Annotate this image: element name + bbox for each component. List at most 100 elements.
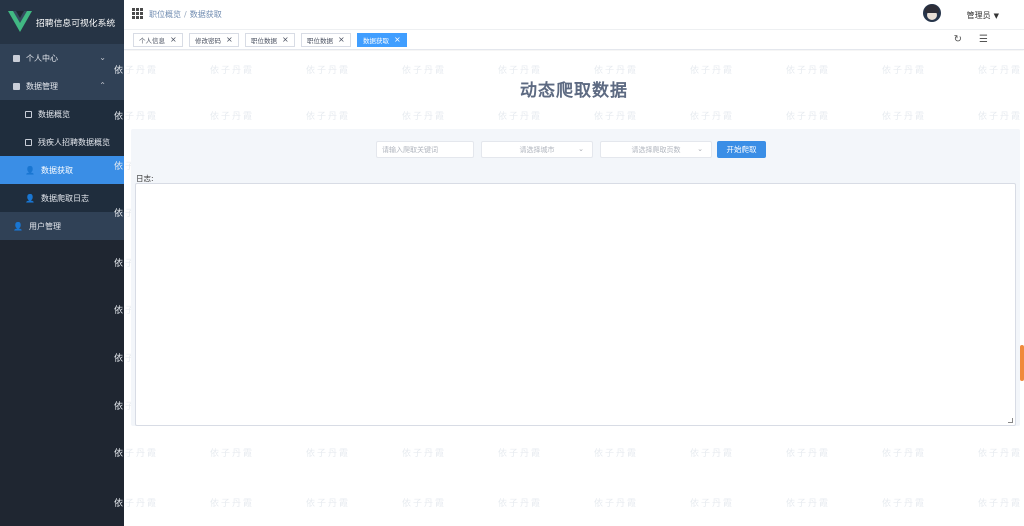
watermark-text: 依子丹霞 (690, 112, 735, 122)
crawl-panel: 请输入爬取关键词 请选择城市 ⌄ 请选择爬取页数 ⌄ 开始爬取 日志: (131, 129, 1020, 426)
watermark-text: 依子丹霞 (882, 112, 927, 122)
watermark-text: 依子丹霞 (402, 112, 447, 122)
breadcrumb: 职位概览 / 数据获取 (149, 9, 222, 20)
breadcrumb-item-data-acquisition: 数据获取 (189, 10, 222, 19)
menu-data-overview[interactable]: 数据概览 (0, 100, 124, 128)
close-icon[interactable]: × (394, 36, 401, 44)
tag-personal-info[interactable]: 个人信息 × (133, 33, 183, 47)
vue-logo-icon (8, 11, 32, 32)
menu-crawl-log[interactable]: 👤 数据爬取日志 (0, 184, 124, 212)
watermark-text: 依子丹霞 (690, 449, 735, 459)
watermark-text: 依子丹霞 (306, 449, 351, 459)
menu-label: 数据管理 (26, 81, 58, 91)
watermark-text: 依子丹霞 (306, 112, 351, 122)
menu-disabled-recruitment-overview[interactable]: 残疾人招聘数据概览 (0, 128, 124, 156)
watermark-text: 依子丹霞 (594, 449, 639, 459)
menu-label: 数据爬取日志 (40, 193, 89, 203)
main-content: 依子丹霞 依子丹霞 依子丹霞 依子丹霞 依子丹霞 依子丹霞 依子丹霞 依子丹霞 依子丹霞 依子丹霞… (114, 51, 1024, 526)
tag-label: 修改密码 (195, 37, 221, 45)
hamburger-grid-icon[interactable] (132, 8, 143, 19)
tag-job-data-1[interactable]: 职位数据 × (245, 33, 295, 47)
top-navbar: 职位概览 / 数据获取 管理员 ▼ (124, 0, 1024, 30)
close-icon[interactable]: × (282, 36, 289, 44)
app-title: 招聘信息可视化系统 (36, 18, 116, 29)
watermark-text: 依子丹霞 (978, 449, 1023, 459)
menu-data-management[interactable]: 数据管理 ⌃ (0, 72, 124, 100)
close-icon[interactable]: × (338, 36, 345, 44)
avatar[interactable] (923, 4, 941, 22)
caret-down-icon: ▼ (993, 12, 999, 20)
watermark-text: 依子丹霞 (690, 66, 735, 76)
menu-label: 个人中心 (26, 53, 58, 63)
tag-change-password[interactable]: 修改密码 × (189, 33, 239, 47)
watermark-text: 依子丹霞 (594, 112, 639, 122)
menu-label: 数据概览 (38, 109, 70, 119)
watermark-text: 依子丹霞 (498, 66, 543, 76)
watermark-text: 依子丹霞 (786, 66, 831, 76)
keyword-input[interactable]: 请输入爬取关键词 (376, 141, 474, 158)
doc-icon (25, 110, 32, 118)
tag-job-data-2[interactable]: 职位数据 × (301, 33, 351, 47)
doc-icon (25, 138, 32, 146)
log-textarea[interactable] (135, 183, 1016, 426)
tag-label: 数据获取 (363, 37, 389, 45)
side-scroll-indicator[interactable] (1020, 345, 1024, 381)
city-placeholder: 请选择城市 (519, 145, 555, 154)
app-brand[interactable]: 招聘信息可视化系统 (0, 0, 124, 44)
tag-label: 职位数据 (251, 37, 277, 45)
watermark-text: 依子丹霞 (978, 499, 1023, 509)
watermark-text: 依子丹霞 (210, 449, 255, 459)
close-icon[interactable]: × (170, 36, 177, 44)
tag-label: 个人信息 (139, 37, 165, 45)
watermark-text: 依子丹霞 (594, 66, 639, 76)
watermark-text: 依子丹霞 (498, 499, 543, 509)
pages-select[interactable]: 请选择爬取页数 ⌄ (600, 141, 712, 158)
square-icon (13, 54, 20, 62)
watermark-text: 依子丹霞 (978, 112, 1023, 122)
tag-label: 职位数据 (307, 37, 333, 45)
chevron-down-icon: ⌄ (99, 53, 106, 62)
user-dropdown[interactable]: 管理员 ▼ (967, 10, 999, 21)
sidebar: 招聘信息可视化系统 个人中心 ⌄ 数据管理 ⌃ 数据概览 残疾人招聘数据概览 👤… (0, 0, 124, 526)
city-select[interactable]: 请选择城市 ⌄ (481, 141, 593, 158)
user-label: 管理员 (966, 11, 991, 20)
menu-label: 残疾人招聘数据概览 (38, 137, 110, 147)
menu-user-management[interactable]: 👤 用户管理 (0, 212, 124, 240)
resize-handle-icon[interactable] (1008, 418, 1013, 423)
watermark-text: 依子丹霞 (594, 499, 639, 509)
watermark-text: 依子丹霞 (882, 449, 927, 459)
menu-label: 用户管理 (28, 221, 61, 231)
watermark-text: 依子丹霞 (306, 66, 351, 76)
keyword-placeholder: 请输入爬取关键词 (382, 145, 438, 154)
page-title: 动态爬取数据 (520, 81, 628, 101)
watermark-text: 依子丹霞 (978, 66, 1023, 76)
start-crawl-button[interactable]: 开始爬取 (717, 141, 766, 158)
watermark-text: 依子丹霞 (786, 449, 831, 459)
user-icon: 👤 (25, 165, 35, 175)
tag-data-acquisition[interactable]: 数据获取 × (357, 33, 407, 47)
watermark-text: 依子丹霞 (690, 499, 735, 509)
watermark-text: 依子丹霞 (402, 449, 447, 459)
breadcrumb-item-job-overview[interactable]: 职位概览 (149, 10, 181, 19)
watermark-text: 依子丹霞 (498, 112, 543, 122)
chevron-up-icon: ⌃ (99, 81, 106, 90)
refresh-icon[interactable]: ↻ (954, 34, 962, 45)
close-icon[interactable]: × (226, 36, 233, 44)
breadcrumb-separator: / (184, 10, 187, 19)
settings-sliders-icon[interactable]: ☰ (979, 34, 988, 45)
chevron-down-icon: ⌄ (697, 145, 703, 153)
watermark-text: 依子丹霞 (882, 499, 927, 509)
pages-placeholder: 请选择爬取页数 (631, 145, 681, 154)
watermark-text: 依子丹霞 (210, 112, 255, 122)
watermark-text: 依子丹霞 (210, 66, 255, 76)
watermark-text: 依子丹霞 (786, 499, 831, 509)
watermark-text: 依子丹霞 (882, 66, 927, 76)
tags-view-bar: 个人信息 × 修改密码 × 职位数据 × 职位数据 × 数据获取 × ↻ ☰ (124, 30, 1024, 50)
menu-personal-center[interactable]: 个人中心 ⌄ (0, 44, 124, 72)
watermark-text: 依子丹霞 (402, 499, 447, 509)
menu-data-acquisition[interactable]: 👤 数据获取 (0, 156, 124, 184)
watermark-text: 依子丹霞 (210, 499, 255, 509)
user-icon: 👤 (25, 193, 35, 203)
menu-label: 数据获取 (40, 165, 73, 175)
watermark-text: 依子丹霞 (498, 449, 543, 459)
